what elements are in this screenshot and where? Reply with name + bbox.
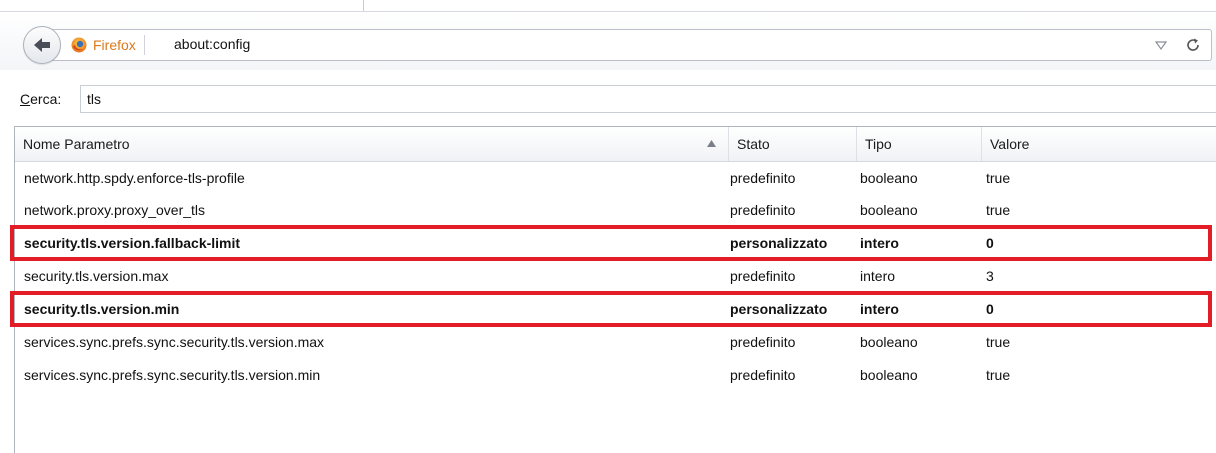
pref-name: services.sync.prefs.sync.security.tls.ve… bbox=[24, 334, 325, 350]
pref-status: predefinito bbox=[730, 268, 796, 284]
sort-ascending-icon bbox=[707, 140, 716, 147]
pref-type: intero bbox=[860, 268, 896, 284]
preferences-table: Nome Parametro Stato Tipo Valore network… bbox=[14, 126, 1216, 453]
pref-name: network.proxy.proxy_over_tls bbox=[24, 202, 206, 218]
firefox-logo-icon bbox=[71, 37, 87, 53]
table-row[interactable]: network.proxy.proxy_over_tls predefinito… bbox=[15, 194, 1216, 226]
pref-type: booleano bbox=[860, 334, 918, 350]
pref-type: booleano bbox=[860, 367, 918, 383]
column-header-status[interactable]: Stato bbox=[728, 127, 856, 161]
identity-label: Firefox bbox=[93, 37, 136, 53]
pref-status: predefinito bbox=[730, 202, 796, 218]
pref-type: booleano bbox=[860, 202, 918, 218]
table-row[interactable]: services.sync.prefs.sync.security.tls.ve… bbox=[15, 359, 1216, 391]
url-text[interactable]: about:config bbox=[174, 36, 250, 52]
navigation-toolbar: Firefox about:config bbox=[0, 12, 1216, 71]
highlight-box-fallback-limit bbox=[10, 225, 1212, 261]
search-row: Cerca: bbox=[0, 70, 1216, 121]
pref-value: true bbox=[986, 367, 1011, 383]
identity-separator bbox=[143, 35, 145, 55]
pref-value: 3 bbox=[986, 268, 994, 284]
pref-value: true bbox=[986, 170, 1011, 186]
tab-strip bbox=[0, 0, 1216, 13]
table-row[interactable]: security.tls.version.max predefinito int… bbox=[15, 260, 1216, 292]
column-header-type[interactable]: Tipo bbox=[856, 127, 981, 161]
pref-value: true bbox=[986, 202, 1011, 218]
site-identity[interactable]: Firefox bbox=[71, 35, 145, 55]
pref-value: true bbox=[986, 334, 1011, 350]
table-row[interactable]: network.http.spdy.enforce-tls-profile pr… bbox=[15, 162, 1216, 194]
url-bar[interactable]: Firefox about:config bbox=[52, 29, 1212, 61]
pref-status: predefinito bbox=[730, 367, 796, 383]
search-label: Cerca: bbox=[20, 91, 62, 107]
reload-icon[interactable] bbox=[1185, 37, 1201, 53]
pref-status: predefinito bbox=[730, 170, 796, 186]
column-header-value[interactable]: Valore bbox=[981, 127, 1216, 161]
pref-status: predefinito bbox=[730, 334, 796, 350]
pref-type: booleano bbox=[860, 170, 918, 186]
highlight-box-version-min bbox=[10, 291, 1212, 327]
pref-name: security.tls.version.max bbox=[24, 268, 169, 284]
back-arrow-icon bbox=[34, 38, 50, 52]
column-header-name[interactable]: Nome Parametro bbox=[15, 127, 728, 161]
back-button[interactable] bbox=[23, 26, 61, 64]
history-dropmarker-icon[interactable] bbox=[1155, 39, 1167, 51]
table-row[interactable]: services.sync.prefs.sync.security.tls.ve… bbox=[15, 326, 1216, 358]
search-input[interactable] bbox=[80, 85, 1216, 113]
pref-name: network.http.spdy.enforce-tls-profile bbox=[24, 170, 245, 186]
pref-name: services.sync.prefs.sync.security.tls.ve… bbox=[24, 367, 321, 383]
table-header: Nome Parametro Stato Tipo Valore bbox=[15, 127, 1216, 162]
